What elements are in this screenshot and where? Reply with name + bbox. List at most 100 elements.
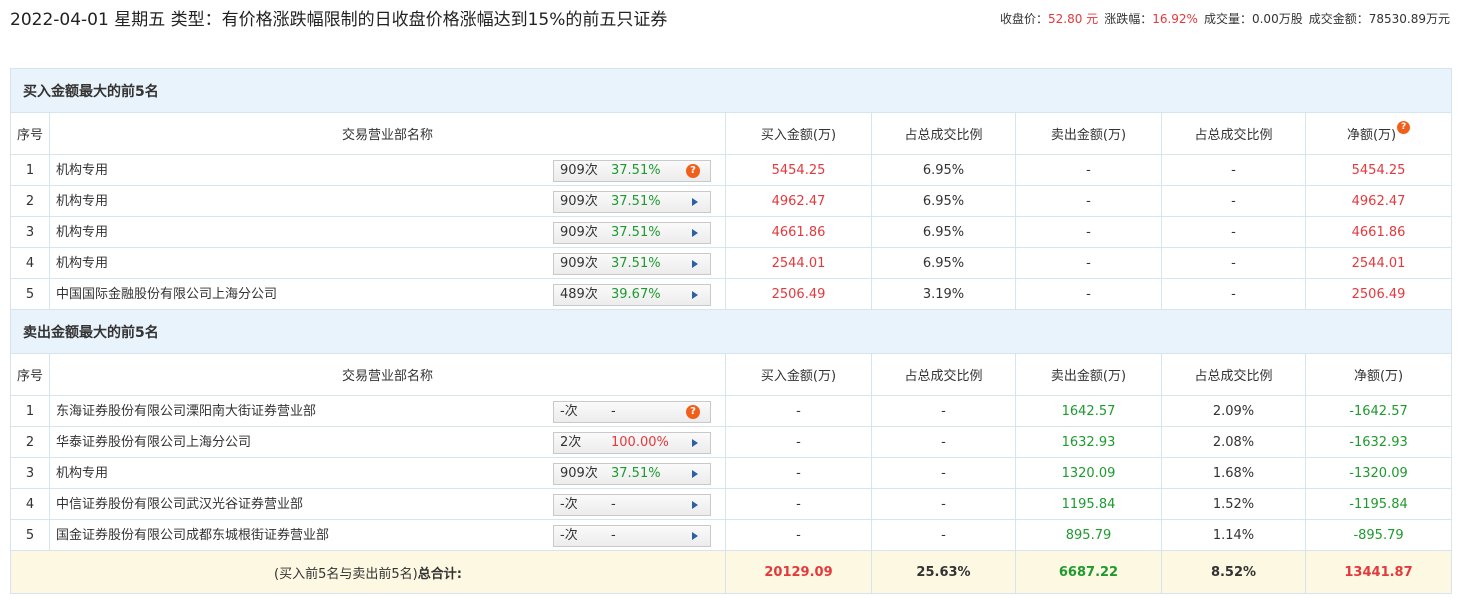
column-header-row: 序号 交易营业部名称 买入金额(万) 占总成交比例 卖出金额(万) 占总成交比例 净额(万) <box>10 353 1453 396</box>
page-title: 2022-04-01 星期五 类型：有价格涨跌幅限制的日收盘价格涨幅达到15%的… <box>10 10 668 30</box>
branch-stats-button[interactable]: -次 - <box>553 494 711 516</box>
net-amount: -895.79 <box>1304 519 1453 551</box>
sell-ratio: 1.52% <box>1161 488 1306 520</box>
branch-stats-button[interactable]: 909次 37.51% <box>553 191 711 213</box>
table-row: 3 机构专用 909次 37.51% 4661.86 6.95% - -4661.86 <box>10 216 1453 248</box>
expand-arrow-icon <box>692 470 698 478</box>
net-amount: -1642.57 <box>1304 395 1453 427</box>
win-rate: 39.67% <box>611 287 661 302</box>
column-header: 交易营业部名称 <box>49 353 726 396</box>
total-label-bold: 总合计: <box>417 566 462 582</box>
table-row: 5 中国国际金融股份有限公司上海分公司 489次 39.67% 2506.49 3.19%… <box>10 278 1453 310</box>
branch-name-cell: 东海证券股份有限公司溧阳南大街证券营业部 -次 -? <box>49 395 726 427</box>
branch-stats-button[interactable]: 909次 37.51% <box>553 253 711 275</box>
column-header: 净额(万) <box>1304 353 1453 396</box>
column-header: 占总成交比例 <box>871 353 1016 396</box>
sell-ratio: - <box>1161 185 1306 217</box>
sell-ratio: - <box>1161 278 1306 310</box>
table-row: 2 机构专用 909次 37.51% 4962.47 6.95% - -4962.47 <box>10 185 1453 217</box>
help-icon: ? <box>686 405 700 419</box>
branch-name[interactable]: 机构专用 <box>56 462 108 481</box>
branch-stats-button[interactable]: 909次 37.51% <box>553 222 711 244</box>
table-row: 5 国金证券股份有限公司成都东城根街证券营业部 -次 - - -895.79 1.14% -8… <box>10 519 1453 551</box>
buy-ratio: 6.95% <box>871 154 1016 186</box>
listing-count: 909次 <box>560 225 598 240</box>
volume-value: 0.00万股 <box>1251 12 1303 26</box>
sell-ratio: 1.68% <box>1161 457 1306 489</box>
row-index: 2 <box>10 185 50 217</box>
branch-name[interactable]: 中信证券股份有限公司武汉光谷证券营业部 <box>56 493 303 512</box>
turnover-value: 78530.89万元 <box>1368 12 1450 26</box>
column-header: 卖出金额(万) <box>1015 112 1162 155</box>
buy-ratio: 3.19% <box>871 278 1016 310</box>
branch-name[interactable]: 机构专用 <box>56 221 108 240</box>
expand-arrow-icon <box>692 291 698 299</box>
sell-section-title-row: 卖出金额最大的前5名 <box>9 309 1453 354</box>
branch-name[interactable]: 机构专用 <box>56 159 108 178</box>
sell-ratio: 2.09% <box>1161 395 1306 427</box>
buy-ratio: 6.95% <box>871 185 1016 217</box>
branch-name-cell: 中国国际金融股份有限公司上海分公司 489次 39.67% <box>49 278 726 310</box>
row-index: 2 <box>10 426 50 458</box>
branch-name[interactable]: 机构专用 <box>56 190 108 209</box>
sell-amount: - <box>1015 247 1162 279</box>
close-value: 52.80 元 <box>1048 12 1099 26</box>
net-amount: -1320.09 <box>1304 457 1453 489</box>
total-net: 13441.87 <box>1304 550 1453 594</box>
net-amount: -1632.93 <box>1304 426 1453 458</box>
column-header: 序号 <box>10 112 50 155</box>
branch-name[interactable]: 中国国际金融股份有限公司上海分公司 <box>56 283 277 302</box>
column-header: 占总成交比例 <box>1161 353 1306 396</box>
listing-count: 2次 <box>560 435 582 450</box>
row-index: 4 <box>10 488 50 520</box>
buy-amount: 4962.47 <box>725 185 872 217</box>
branch-name-cell: 国金证券股份有限公司成都东城根街证券营业部 -次 - <box>49 519 726 551</box>
page-header: 2022-04-01 星期五 类型：有价格涨跌幅限制的日收盘价格涨幅达到15%的… <box>10 8 1450 60</box>
total-sell: 6687.22 <box>1015 550 1162 594</box>
net-amount: -1195.84 <box>1304 488 1453 520</box>
column-header: 交易营业部名称 <box>49 112 726 155</box>
column-header-text: 净额(万) <box>1346 128 1397 143</box>
row-index: 4 <box>10 247 50 279</box>
branch-stats-button[interactable]: 909次 37.51%? <box>553 160 711 182</box>
branch-stats-button[interactable]: 489次 39.67% <box>553 284 711 306</box>
win-rate: 37.51% <box>611 194 661 209</box>
buy-amount: 2506.49 <box>725 278 872 310</box>
win-rate: 37.51% <box>611 163 661 178</box>
sell-amount: - <box>1015 154 1162 186</box>
total-buy: 20129.09 <box>725 550 872 594</box>
stock-stats: 收盘价：52.80 元涨跌幅：16.92% 成交量：0.00万股 成交金额：7853… <box>1000 10 1450 28</box>
branch-name[interactable]: 机构专用 <box>56 252 108 271</box>
branch-stats-button[interactable]: 2次 100.00% <box>553 432 711 454</box>
sell-ratio: - <box>1161 216 1306 248</box>
branch-stats-button[interactable]: -次 -? <box>553 401 711 423</box>
total-buy-ratio: 25.63% <box>871 550 1016 594</box>
branch-stats-button[interactable]: 909次 37.51% <box>553 463 711 485</box>
listing-count: 909次 <box>560 163 598 178</box>
listing-count: 909次 <box>560 194 598 209</box>
branch-name[interactable]: 华泰证券股份有限公司上海分公司 <box>56 431 251 450</box>
change-value: 16.92% <box>1152 12 1198 26</box>
sell-amount: 1632.93 <box>1015 426 1162 458</box>
buy-ratio: - <box>871 488 1016 520</box>
sell-amount: 1642.57 <box>1015 395 1162 427</box>
sell-ratio: - <box>1161 154 1306 186</box>
branch-name[interactable]: 东海证券股份有限公司溧阳南大街证券营业部 <box>56 400 316 419</box>
expand-arrow-icon <box>692 532 698 540</box>
sell-amount: 1195.84 <box>1015 488 1162 520</box>
net-amount: 5454.25 <box>1304 154 1453 186</box>
total-sell-ratio: 8.52% <box>1161 550 1306 594</box>
sell-amount: 895.79 <box>1015 519 1162 551</box>
expand-arrow-icon <box>692 198 698 206</box>
row-index: 5 <box>10 278 50 310</box>
sell-ratio: 1.14% <box>1161 519 1306 551</box>
section-title: 买入金额最大的前5名 <box>9 68 1453 113</box>
branch-stats-button[interactable]: -次 - <box>553 525 711 547</box>
expand-arrow-icon <box>692 260 698 268</box>
help-icon[interactable]: ? <box>1397 121 1411 134</box>
table-row: 2 华泰证券股份有限公司上海分公司 2次 100.00% - -1632.93 2.08% -… <box>10 426 1453 458</box>
sell-ratio: - <box>1161 247 1306 279</box>
turnover-label: 成交金额： <box>1308 12 1369 26</box>
branch-name[interactable]: 国金证券股份有限公司成都东城根街证券营业部 <box>56 524 329 543</box>
buy-amount: - <box>725 457 872 489</box>
